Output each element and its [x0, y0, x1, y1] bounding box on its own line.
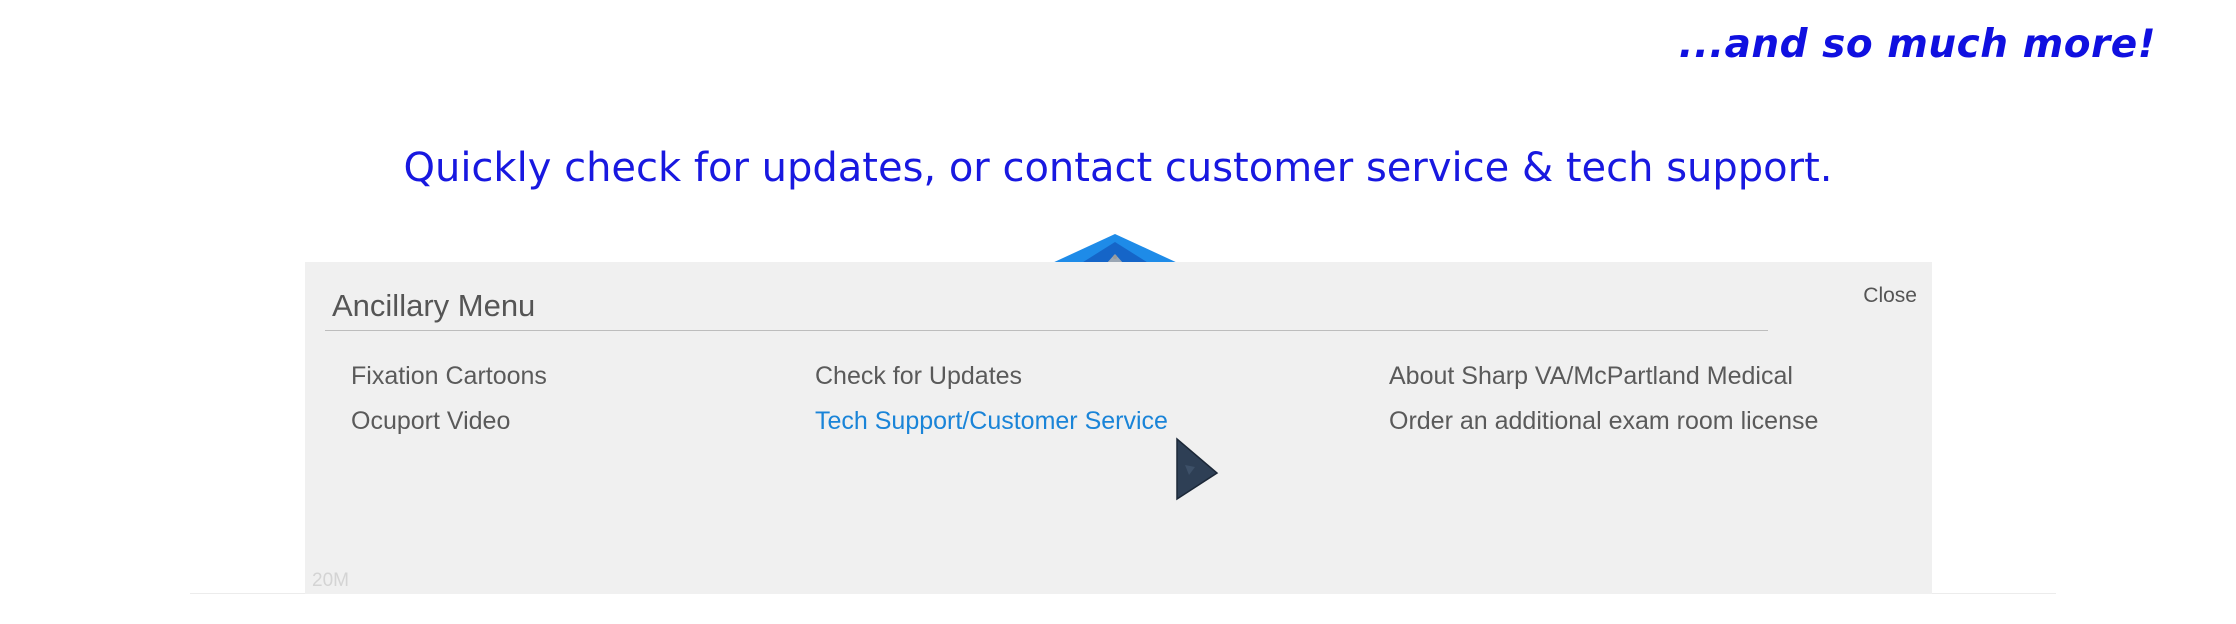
- tagline: ...and so much more!: [1678, 22, 2156, 67]
- menu-column-3: About Sharp VA/McPartland Medical Order …: [1389, 364, 1818, 454]
- size-label: 20M: [312, 570, 349, 591]
- menu-item-order-license[interactable]: Order an additional exam room license: [1389, 409, 1818, 434]
- menu-item-about[interactable]: About Sharp VA/McPartland Medical: [1389, 364, 1818, 389]
- mouse-pointer-icon: [1176, 437, 1219, 501]
- menu-item-tech-support[interactable]: Tech Support/Customer Service: [815, 409, 1168, 434]
- panel-title: Ancillary Menu: [332, 288, 536, 323]
- menu-column-1: Fixation Cartoons Ocuport Video: [351, 364, 547, 454]
- menu-item-check-for-updates[interactable]: Check for Updates: [815, 364, 1168, 389]
- ancillary-menu-panel: Ancillary Menu Close Fixation Cartoons O…: [305, 262, 1932, 594]
- blue-triangle-tab-icon: [1050, 234, 1180, 264]
- menu-item-fixation-cartoons[interactable]: Fixation Cartoons: [351, 364, 547, 389]
- menu-column-2: Check for Updates Tech Support/Customer …: [815, 364, 1168, 454]
- menu-item-ocuport-video[interactable]: Ocuport Video: [351, 409, 547, 434]
- title-divider: [325, 330, 1768, 331]
- headline: Quickly check for updates, or contact cu…: [403, 145, 1833, 191]
- close-button[interactable]: Close: [1863, 284, 1917, 308]
